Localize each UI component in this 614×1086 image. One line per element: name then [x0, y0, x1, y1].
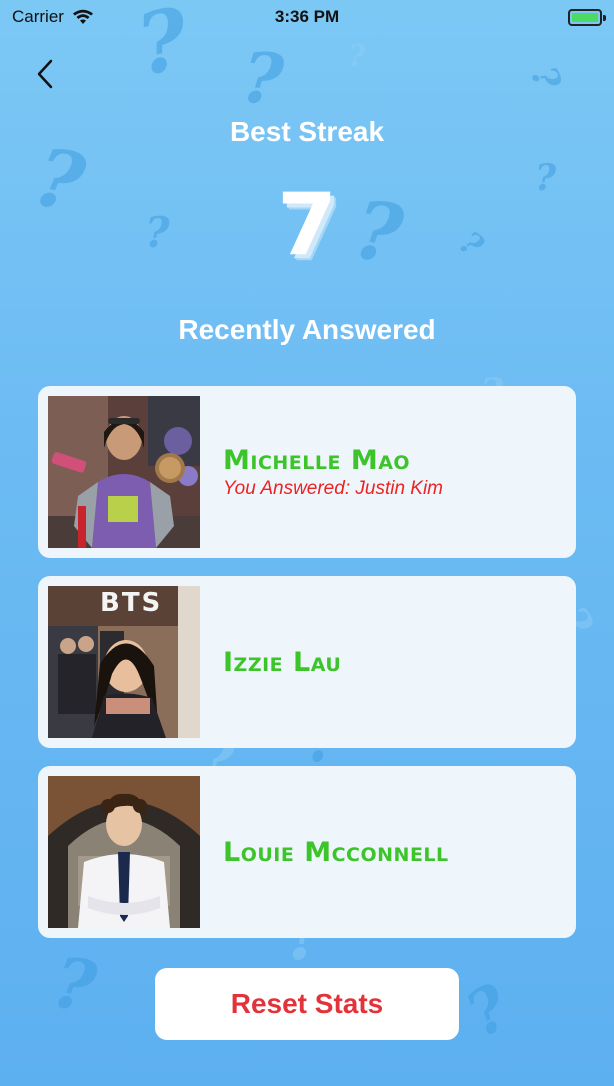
battery-icon	[568, 8, 606, 26]
status-time: 3:36 PM	[274, 7, 340, 26]
battery-fill	[572, 12, 598, 22]
photo-caption-bts: BTS	[100, 588, 163, 618]
best-streak-title: Best Streak	[229, 116, 385, 147]
your-answer: You Answered: Justin Kim	[223, 477, 444, 499]
back-button[interactable]	[30, 56, 60, 92]
avatar: BTS	[48, 586, 200, 738]
chevron-left-icon	[37, 59, 53, 89]
avatar	[48, 776, 200, 928]
avatar	[48, 396, 200, 548]
answer-name: Izzie Lau	[223, 646, 342, 678]
reset-stats-button[interactable]: Reset Stats	[155, 968, 459, 1040]
status-bar: Carrier 3:36 PM	[0, 0, 614, 34]
best-streak-value: 7	[277, 175, 337, 275]
answer-name: Louie Mcconnell	[223, 836, 449, 868]
answer-name: Michelle Mao	[223, 444, 411, 476]
recently-answered-title: Recently Answered	[178, 314, 436, 345]
list-item[interactable]: BTS Izzie Lau	[38, 576, 576, 748]
list-item[interactable]: Michelle Mao You Answered: Justin Kim	[38, 386, 576, 558]
list-item[interactable]: Louie Mcconnell	[38, 766, 576, 938]
